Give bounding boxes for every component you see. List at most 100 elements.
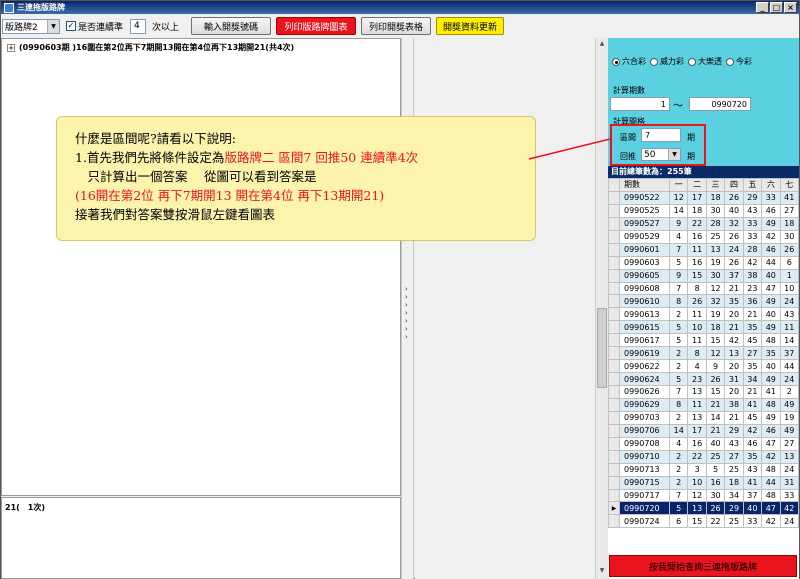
- radio-icon[interactable]: [726, 57, 734, 66]
- back-select[interactable]: 50 ▼: [641, 148, 681, 161]
- column-header[interactable]: 四: [724, 178, 744, 192]
- row-header[interactable]: [608, 462, 620, 477]
- radio-big-lotto[interactable]: 大樂透: [688, 56, 722, 67]
- row-header[interactable]: [608, 397, 620, 412]
- table-row[interactable]: 0990619 2 8 12 13 27 35 37: [608, 346, 800, 361]
- table-row[interactable]: 0990706 14 17 21 29 42 46 49: [608, 423, 800, 438]
- scroll-down-icon[interactable]: ▼: [597, 567, 607, 577]
- scroll-up-icon[interactable]: ▲: [597, 40, 607, 50]
- expand-icon[interactable]: +: [7, 43, 15, 52]
- row-header[interactable]: [608, 333, 620, 348]
- row-header[interactable]: [608, 488, 620, 503]
- table-row[interactable]: 0990529 4 16 25 26 33 42 30: [608, 229, 800, 244]
- row-header[interactable]: [608, 346, 620, 361]
- column-header[interactable]: 期數: [619, 178, 670, 192]
- chevron-down-icon[interactable]: ▼: [47, 19, 59, 33]
- table-row[interactable]: 0990622 2 4 9 20 35 40 44: [608, 359, 800, 374]
- row-header[interactable]: [608, 359, 620, 374]
- table-row[interactable]: 0990617 5 11 15 42 45 48 14: [608, 333, 800, 348]
- radio-power[interactable]: 威力彩: [650, 56, 684, 67]
- table-scrollbar[interactable]: ▲ ▼: [595, 38, 608, 579]
- row-header[interactable]: [608, 449, 620, 464]
- input-numbers-button[interactable]: 輸入開獎號碼: [191, 17, 272, 35]
- splitter-arrows-icon[interactable]: › › › › › › ›: [405, 285, 408, 341]
- table-row[interactable]: 0990615 5 10 18 21 35 49 11: [608, 320, 800, 335]
- board-select[interactable]: 版路牌2 ▼: [2, 18, 60, 34]
- maximize-button[interactable]: □: [770, 2, 783, 13]
- column-header[interactable]: 六: [761, 178, 781, 192]
- column-header[interactable]: 一: [668, 178, 689, 192]
- row-header[interactable]: [608, 475, 620, 490]
- consecutive-count-input[interactable]: 4: [130, 18, 147, 34]
- table-row[interactable]: 0990603 5 16 19 26 42 44 6: [608, 255, 800, 270]
- table-row[interactable]: 0990703 2 13 14 21 45 49 19: [608, 410, 800, 425]
- table-row[interactable]: 0990525 14 18 30 40 43 46 27: [608, 203, 800, 218]
- row-header[interactable]: [608, 268, 620, 283]
- table-row[interactable]: ▶ 0990720 5 13 26 29 40 47 42: [608, 501, 800, 516]
- table-row[interactable]: 0990717 7 12 30 34 37 48 33: [608, 488, 800, 503]
- number-cell: 41: [742, 397, 763, 412]
- number-cell: 33: [742, 514, 763, 529]
- row-header[interactable]: [608, 203, 620, 218]
- table-row[interactable]: 0990608 7 8 12 21 23 47 10: [608, 281, 800, 296]
- column-header[interactable]: 七: [779, 178, 800, 192]
- row-header[interactable]: [608, 410, 620, 425]
- answer-item[interactable]: 21( 1次): [5, 502, 45, 513]
- column-header[interactable]: 五: [742, 178, 763, 192]
- table-row[interactable]: 0990715 2 10 16 18 41 44 31: [608, 475, 800, 490]
- table-row[interactable]: 0990710 2 22 25 27 35 42 13: [608, 449, 800, 464]
- table-row[interactable]: 0990610 8 26 32 35 36 49 24: [608, 294, 800, 309]
- period-from-input[interactable]: 1: [610, 97, 670, 111]
- print-chart-button[interactable]: 列印版路牌圖表: [276, 17, 357, 35]
- row-header[interactable]: [608, 320, 620, 335]
- table-row[interactable]: 0990724 6 15 22 25 33 42 24: [608, 514, 800, 529]
- row-header[interactable]: [608, 242, 620, 257]
- update-data-button[interactable]: 開獎資料更新: [436, 17, 505, 35]
- row-header[interactable]: [608, 307, 620, 322]
- radio-icon[interactable]: [688, 57, 696, 66]
- radio-lotto-six[interactable]: 六合彩: [612, 56, 646, 67]
- column-header[interactable]: 三: [705, 178, 726, 192]
- column-header[interactable]: 二: [687, 178, 707, 192]
- row-header[interactable]: [608, 255, 620, 270]
- minimize-button[interactable]: _: [756, 2, 769, 13]
- tree-node[interactable]: + (0990603期 )16圍在第2位再下7期開13開在第4位再下13期開21…: [7, 42, 294, 53]
- row-header[interactable]: [608, 190, 620, 205]
- table-row[interactable]: 0990708 4 16 40 43 46 47 27: [608, 436, 800, 451]
- answer-list[interactable]: 21( 1次): [1, 497, 401, 579]
- search-button[interactable]: 按我開始查詢三連拖版路牌: [609, 555, 797, 577]
- table-row[interactable]: 0990624 5 23 26 31 34 49 24: [608, 372, 800, 386]
- row-header[interactable]: [608, 423, 620, 438]
- radio-selected-icon[interactable]: [612, 57, 620, 66]
- row-header[interactable]: [608, 436, 620, 451]
- scroll-thumb[interactable]: [597, 308, 607, 388]
- radio-icon[interactable]: [650, 57, 658, 66]
- number-cell: 2: [668, 462, 689, 477]
- period-to-input[interactable]: 0990720: [689, 97, 751, 111]
- print-table-button[interactable]: 列印開獎表格: [361, 17, 432, 35]
- table-row[interactable]: 0990605 9 15 30 37 38 40 1: [608, 268, 800, 283]
- table-row[interactable]: 0990613 2 11 19 20 21 40 43: [608, 307, 800, 322]
- table-row[interactable]: 0990527 9 22 28 32 33 49 18: [608, 216, 800, 231]
- row-header[interactable]: [608, 514, 620, 529]
- row-header[interactable]: [608, 216, 620, 231]
- row-header[interactable]: [608, 372, 620, 386]
- table-row[interactable]: 0990713 2 3 5 25 43 48 24: [608, 462, 800, 477]
- radio-today[interactable]: 今彩: [726, 56, 752, 67]
- consecutive-checkbox[interactable]: ✓: [66, 21, 76, 31]
- row-header[interactable]: [608, 294, 620, 309]
- row-header[interactable]: [608, 229, 620, 244]
- row-header[interactable]: ▶: [608, 501, 620, 516]
- draw-table[interactable]: 期數一二三四五六七 0990522 12 17 18 26 29 33 41 0990525 14 1…: [608, 178, 800, 529]
- table-row[interactable]: 0990626 7 13 15 20 21 41 2: [608, 385, 800, 399]
- result-tree[interactable]: + (0990603期 )16圍在第2位再下7期開13開在第4位再下13期開21…: [1, 38, 401, 496]
- row-header[interactable]: [608, 385, 620, 399]
- table-row[interactable]: 0990629 8 11 21 38 41 48 49: [608, 397, 800, 412]
- range-input[interactable]: 7: [641, 128, 681, 142]
- row-header[interactable]: [608, 281, 620, 296]
- table-row[interactable]: 0990601 7 11 13 24 28 46 26: [608, 242, 800, 257]
- table-row[interactable]: 0990522 12 17 18 26 29 33 41: [608, 190, 800, 205]
- chevron-down-icon[interactable]: ▼: [668, 149, 680, 160]
- board-select-value: 版路牌2: [5, 22, 38, 33]
- close-button[interactable]: ×: [784, 2, 797, 13]
